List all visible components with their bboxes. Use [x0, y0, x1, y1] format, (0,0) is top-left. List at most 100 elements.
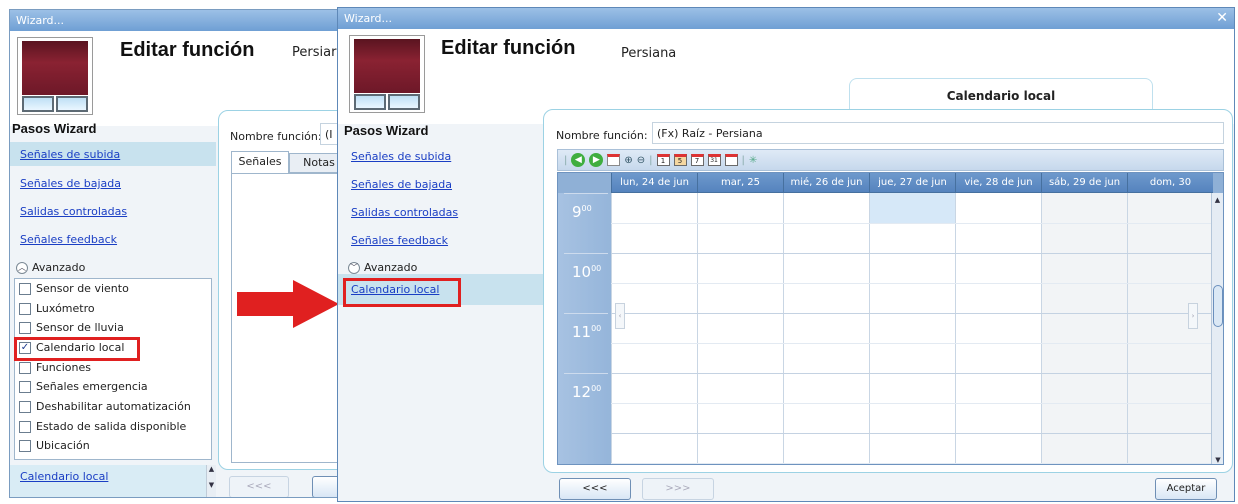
timeline-view-icon[interactable]: [724, 154, 738, 166]
calendar-slot-line: [611, 253, 1213, 254]
highlight-link-box: [343, 278, 461, 307]
left-list-scrollbar[interactable]: ▲ ▼: [206, 465, 216, 497]
left-step-link-salidas[interactable]: Salidas controladas: [20, 205, 127, 218]
right-header-title: Editar función: [441, 37, 576, 59]
calendar-day-column[interactable]: [611, 193, 697, 464]
calendar-day-column[interactable]: [1127, 193, 1213, 464]
accept-button[interactable]: Aceptar: [1155, 478, 1217, 500]
left-bottom-link-calendario[interactable]: Calendario local: [20, 470, 108, 483]
blind-logo-icon: [349, 35, 425, 113]
right-back-button[interactable]: <<<: [559, 478, 631, 500]
calendar-day-header-cell[interactable]: lun, 24 de jun: [611, 173, 697, 193]
calendar-day-column[interactable]: [1041, 193, 1127, 464]
calendar-hour-label: 1000: [572, 263, 602, 281]
right-advanced-toggle[interactable]: ﹀ Avanzado: [348, 261, 417, 274]
red-arrow-icon: [237, 280, 339, 328]
left-header-title: Editar función: [120, 39, 255, 61]
calendar-selected-slot[interactable]: [870, 193, 955, 223]
chevron-up-icon: ︿: [16, 261, 28, 274]
scrollbar-thumb[interactable]: [1213, 285, 1223, 327]
calendar-vertical-scrollbar[interactable]: ▲ ▼: [1211, 193, 1223, 464]
calendar-grid: lun, 24 de jun mar, 25 mié, 26 de jun jue, …: [557, 172, 1224, 465]
calendar-day-column[interactable]: [869, 193, 955, 464]
calendar-hour-line: [564, 193, 608, 194]
chevron-down-icon: ﹀: [348, 261, 360, 274]
checkbox-luxometro[interactable]: Luxómetro: [19, 302, 95, 315]
left-step-link-feedback[interactable]: Señales feedback: [20, 233, 117, 246]
calendar-slot-line: [611, 403, 1213, 404]
calendar-day-header-cell[interactable]: sáb, 29 de jun: [1041, 173, 1127, 193]
calendar-slot-line: [611, 433, 1213, 434]
left-tab-senales[interactable]: Señales: [231, 151, 289, 173]
calendar-slot-line: [611, 343, 1213, 344]
right-step-link-subida[interactable]: Señales de subida: [351, 150, 451, 163]
month-view-icon[interactable]: 31: [707, 154, 721, 166]
left-header-subtitle: Persiar: [292, 45, 337, 60]
left-step-link-bajada[interactable]: Señales de bajada: [20, 177, 121, 190]
week-view-icon[interactable]: 7: [690, 154, 704, 166]
calendar-time-column: 900 1000 1100 1200: [558, 193, 611, 464]
checkbox-ubicacion[interactable]: Ubicación: [19, 439, 90, 452]
calendar-day-header-cell[interactable]: jue, 27 de jun: [869, 173, 955, 193]
calendar-hour-line: [564, 313, 608, 314]
right-next-button[interactable]: >>>: [642, 478, 714, 500]
left-advanced-toggle[interactable]: ︿ Avanzado: [16, 261, 85, 274]
calendar-day-column[interactable]: [955, 193, 1041, 464]
go-back-icon[interactable]: ◀: [571, 153, 586, 167]
right-step-link-salidas[interactable]: Salidas controladas: [351, 206, 458, 219]
calendar-slot-line: [611, 463, 1213, 464]
checkbox-estado-salida[interactable]: Estado de salida disponible: [19, 420, 186, 433]
day-view-icon[interactable]: 1: [656, 154, 670, 166]
scroll-left-arrow-icon[interactable]: ‹: [615, 303, 625, 329]
blind-logo-icon: [17, 37, 93, 115]
calendar-hour-line: [564, 373, 608, 374]
scroll-right-arrow-icon[interactable]: ›: [1188, 303, 1198, 329]
zoom-out-icon[interactable]: ⊖: [637, 155, 645, 166]
calendar-slot-line: [611, 223, 1213, 224]
calendar-hour-label: 1100: [572, 323, 602, 341]
left-steps-title: Pasos Wizard: [12, 121, 97, 136]
calendar-day-header-cell[interactable]: mar, 25: [697, 173, 783, 193]
highlight-checkbox-box: [14, 337, 140, 361]
calendar-hour-line: [564, 253, 608, 254]
right-main-panel: Nombre función: (Fx) Raíz - Persiana | ◀…: [543, 109, 1233, 473]
export-icon[interactable]: ✳: [749, 155, 757, 166]
calendar-hour-label: 1200: [572, 383, 602, 401]
checkbox-sensor-viento[interactable]: Sensor de viento: [19, 282, 129, 295]
right-advanced-label: Avanzado: [364, 261, 418, 274]
right-steps-title: Pasos Wizard: [344, 123, 429, 138]
today-icon[interactable]: [607, 154, 621, 166]
calendar-day-header-cell[interactable]: dom, 30: [1127, 173, 1213, 193]
left-advanced-label: Avanzado: [32, 261, 86, 274]
calendar-day-header: lun, 24 de jun mar, 25 mié, 26 de jun jue, …: [611, 173, 1213, 193]
calendar-slot-line: [611, 373, 1213, 374]
calendar-body[interactable]: [611, 193, 1213, 464]
left-step-link-subida[interactable]: Señales de subida: [20, 148, 120, 161]
calendar-day-column[interactable]: [783, 193, 869, 464]
calendar-slot-line: [611, 283, 1213, 284]
left-bottom-link-area: Calendario local ▲ ▼: [10, 465, 216, 497]
left-title-bar: Wizard...: [10, 10, 358, 31]
left-window-title: Wizard...: [16, 14, 65, 27]
right-name-label: Nombre función:: [556, 129, 648, 142]
calendar-slot-line: [611, 313, 1213, 314]
right-step-link-bajada[interactable]: Señales de bajada: [351, 178, 452, 191]
left-back-button[interactable]: <<<: [229, 476, 289, 497]
right-step-link-feedback[interactable]: Señales feedback: [351, 234, 448, 247]
calendar-day-column[interactable]: [697, 193, 783, 464]
calendar-day-header-cell[interactable]: vie, 28 de jun: [955, 173, 1041, 193]
zoom-in-icon[interactable]: ⊕: [624, 155, 632, 166]
checkbox-deshabilitar-automatizacion[interactable]: Deshabilitar automatización: [19, 400, 191, 413]
go-forward-icon[interactable]: ▶: [589, 153, 604, 167]
checkbox-senales-emergencia[interactable]: Señales emergencia: [19, 380, 148, 393]
left-advanced-checkbox-list: Sensor de viento Luxómetro Sensor de llu…: [14, 278, 212, 460]
calendar-toolbar: | ◀ ▶ ⊕ ⊖ | 1 5 7 31 | ✳: [557, 149, 1224, 171]
close-icon[interactable]: ✕: [1216, 10, 1228, 26]
calendar-day-header-cell[interactable]: mié, 26 de jun: [783, 173, 869, 193]
calendar-hour-label: 900: [572, 203, 592, 221]
work-week-view-icon[interactable]: 5: [673, 154, 687, 166]
left-name-label: Nombre función:: [230, 130, 322, 143]
right-name-input[interactable]: (Fx) Raíz - Persiana: [652, 122, 1224, 144]
checkbox-sensor-lluvia[interactable]: Sensor de lluvia: [19, 321, 124, 334]
checkbox-funciones[interactable]: Funciones: [19, 361, 91, 374]
